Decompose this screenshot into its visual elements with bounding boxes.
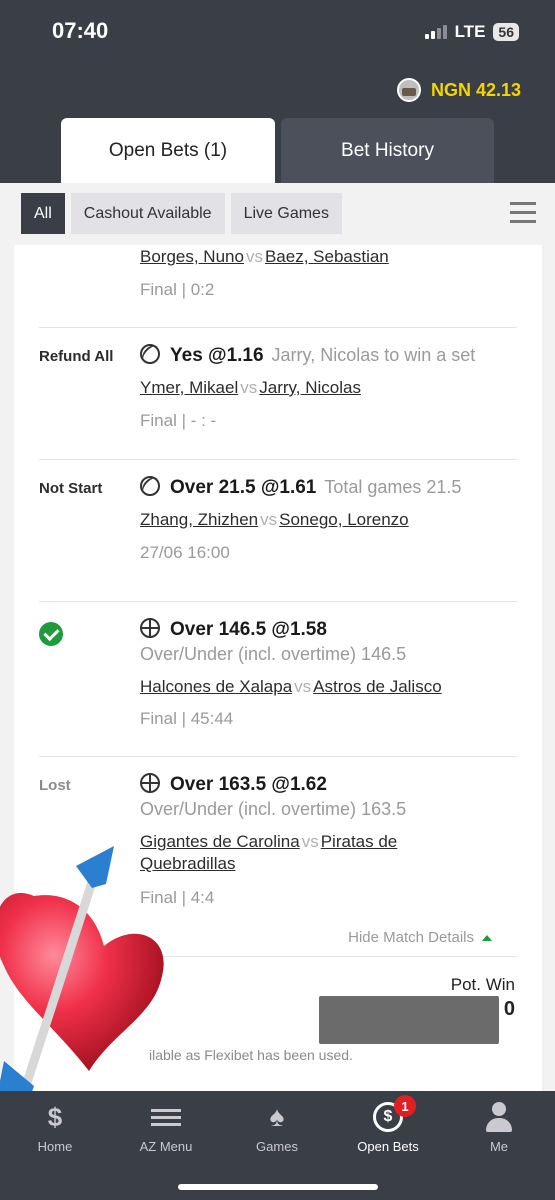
status-bar: 07:40 LTE 56: [0, 0, 555, 64]
nav-games[interactable]: ♠ Games: [227, 1101, 327, 1155]
filter-bar: All Cashout Available Live Games: [21, 193, 342, 234]
nav-me[interactable]: Me: [449, 1101, 549, 1154]
network-label: LTE: [454, 22, 486, 41]
battery-icon: 56: [493, 23, 519, 41]
bet-item: Lost Over 163.5 @1.62 Over/Under (incl. …: [39, 756, 517, 956]
open-bets-icon: $ 1: [373, 1095, 416, 1132]
tab-open-bets[interactable]: Open Bets (1): [61, 118, 275, 184]
bet-item: Over 146.5 @1.58 Over/Under (incl. overt…: [39, 601, 517, 756]
bet-status: Not Start: [39, 480, 103, 497]
menu-icon: [151, 1105, 181, 1130]
tab-bet-history[interactable]: Bet History: [281, 118, 494, 184]
redaction-block: [319, 996, 499, 1044]
filter-all[interactable]: All: [21, 193, 65, 234]
basketball-icon: [140, 773, 160, 793]
status-time: 07:40: [52, 18, 109, 43]
pot-win-label: Pot. Win: [450, 975, 515, 994]
tennis-icon: [140, 476, 160, 496]
basketball-icon: [140, 618, 160, 638]
bet-pick: Over 163.5 @1.62: [170, 774, 327, 795]
bet-item: Refund All Yes @1.16 Jarry, Nicolas to wi…: [39, 327, 517, 459]
filter-cashout-available[interactable]: Cashout Available: [70, 193, 225, 234]
bet-pick: Over 21.5 @1.61: [170, 477, 317, 498]
away-team-continued[interactable]: Quebradillas: [140, 854, 235, 873]
nav-az-menu-label: AZ Menu: [139, 1139, 193, 1154]
bet-result: 27/06 16:00: [140, 543, 230, 562]
won-check-icon: [39, 622, 63, 646]
filter-live-games[interactable]: Live Games: [230, 193, 342, 234]
bet-pick-line: Over 163.5 @1.62: [140, 773, 327, 796]
home-team[interactable]: Halcones de Xalapa: [140, 677, 292, 696]
signal-icon: [424, 25, 447, 39]
home-indicator: [178, 1184, 378, 1190]
home-team[interactable]: Zhang, Zhizhen: [140, 510, 258, 529]
open-bets-badge: 1: [394, 1095, 416, 1117]
bet-result: Final | 0:2: [140, 280, 215, 299]
away-team[interactable]: Jarry, Nicolas: [259, 378, 361, 397]
balance-amount: NGN 42.13: [430, 79, 521, 100]
bet-slip-card: Borges, Nuno vs Baez, Sebastian Final | 0:…: [14, 245, 542, 1091]
summary-divider: [39, 956, 517, 957]
bet-teams: Ymer, Mikael vs Jarry, Nicolas: [140, 378, 361, 397]
home-team[interactable]: Borges, Nuno: [140, 247, 244, 266]
pot-win-value: 0: [503, 998, 515, 1020]
bet-pick: Yes @1.16: [170, 345, 264, 366]
bet-teams: Zhang, Zhizhen vs Sonego, Lorenzo: [140, 510, 409, 529]
bet-market: Total games 21.5: [324, 477, 462, 497]
nav-open-bets-label: Open Bets: [357, 1139, 419, 1154]
bet-result: Final | - : -: [140, 411, 217, 430]
bet-pick-line: Over 21.5 @1.61 Total games 21.5: [140, 476, 461, 499]
avatar[interactable]: [396, 78, 421, 102]
status-indicators: LTE 56: [424, 22, 519, 42]
list-view-icon[interactable]: [510, 202, 536, 229]
nav-home[interactable]: $ Home: [5, 1101, 105, 1155]
flexibet-note: ilable as Flexibet has been used.: [149, 1047, 353, 1063]
tennis-icon: [140, 344, 160, 364]
caret-up-icon: [482, 934, 492, 941]
spade-icon: ♠: [269, 1101, 285, 1132]
nav-games-label: Games: [256, 1139, 298, 1154]
bet-pick-line: Yes @1.16 Jarry, Nicolas to win a set: [140, 344, 475, 367]
home-team[interactable]: Gigantes de Carolina: [140, 832, 300, 851]
hide-match-details-label: Hide Match Details: [348, 929, 474, 946]
nav-az-menu[interactable]: AZ Menu: [116, 1101, 216, 1154]
main-content: All Cashout Available Live Games Borges,…: [0, 183, 555, 1091]
bet-teams: Halcones de Xalapa vs Astros de Jalisco: [140, 677, 442, 696]
person-icon: [484, 1102, 514, 1132]
bet-market: Jarry, Nicolas to win a set: [271, 345, 476, 365]
home-team[interactable]: Ymer, Mikael: [140, 378, 238, 397]
bet-item: Not Start Over 21.5 @1.61 Total games 21.…: [39, 459, 517, 601]
nav-home-label: Home: [37, 1139, 73, 1154]
bet-status: Lost: [39, 777, 71, 794]
away-team[interactable]: Piratas de: [321, 832, 398, 851]
bet-pick: Over 146.5 @1.58: [170, 619, 327, 640]
nav-me-label: Me: [489, 1139, 509, 1154]
bet-market: Over/Under (incl. overtime) 163.5: [140, 799, 407, 819]
hide-match-details-button[interactable]: Hide Match Details: [348, 929, 492, 946]
away-team[interactable]: Baez, Sebastian: [265, 247, 389, 266]
bet-pick-line: Over 146.5 @1.58: [140, 618, 327, 641]
away-team[interactable]: Astros de Jalisco: [313, 677, 442, 696]
bet-teams: Borges, Nuno vs Baez, Sebastian: [140, 247, 389, 266]
home-icon: $: [47, 1101, 63, 1132]
bet-result: Final | 45:44: [140, 709, 234, 728]
away-team[interactable]: Sonego, Lorenzo: [279, 510, 409, 529]
bet-result: Final | 4:4: [140, 888, 215, 907]
bet-status: Refund All: [39, 348, 114, 365]
bet-teams: Gigantes de Carolina vs Piratas de: [140, 832, 398, 851]
balance[interactable]: NGN 42.13: [396, 78, 521, 102]
bet-item: Borges, Nuno vs Baez, Sebastian Final | 0:…: [39, 245, 517, 327]
bottom-nav: $ Home AZ Menu ♠ Games $ 1 Open Bets Me: [0, 1091, 555, 1200]
nav-open-bets[interactable]: $ 1 Open Bets: [338, 1095, 438, 1154]
bet-market: Over/Under (incl. overtime) 146.5: [140, 644, 407, 664]
bet-teams-continued: Quebradillas: [140, 854, 235, 874]
